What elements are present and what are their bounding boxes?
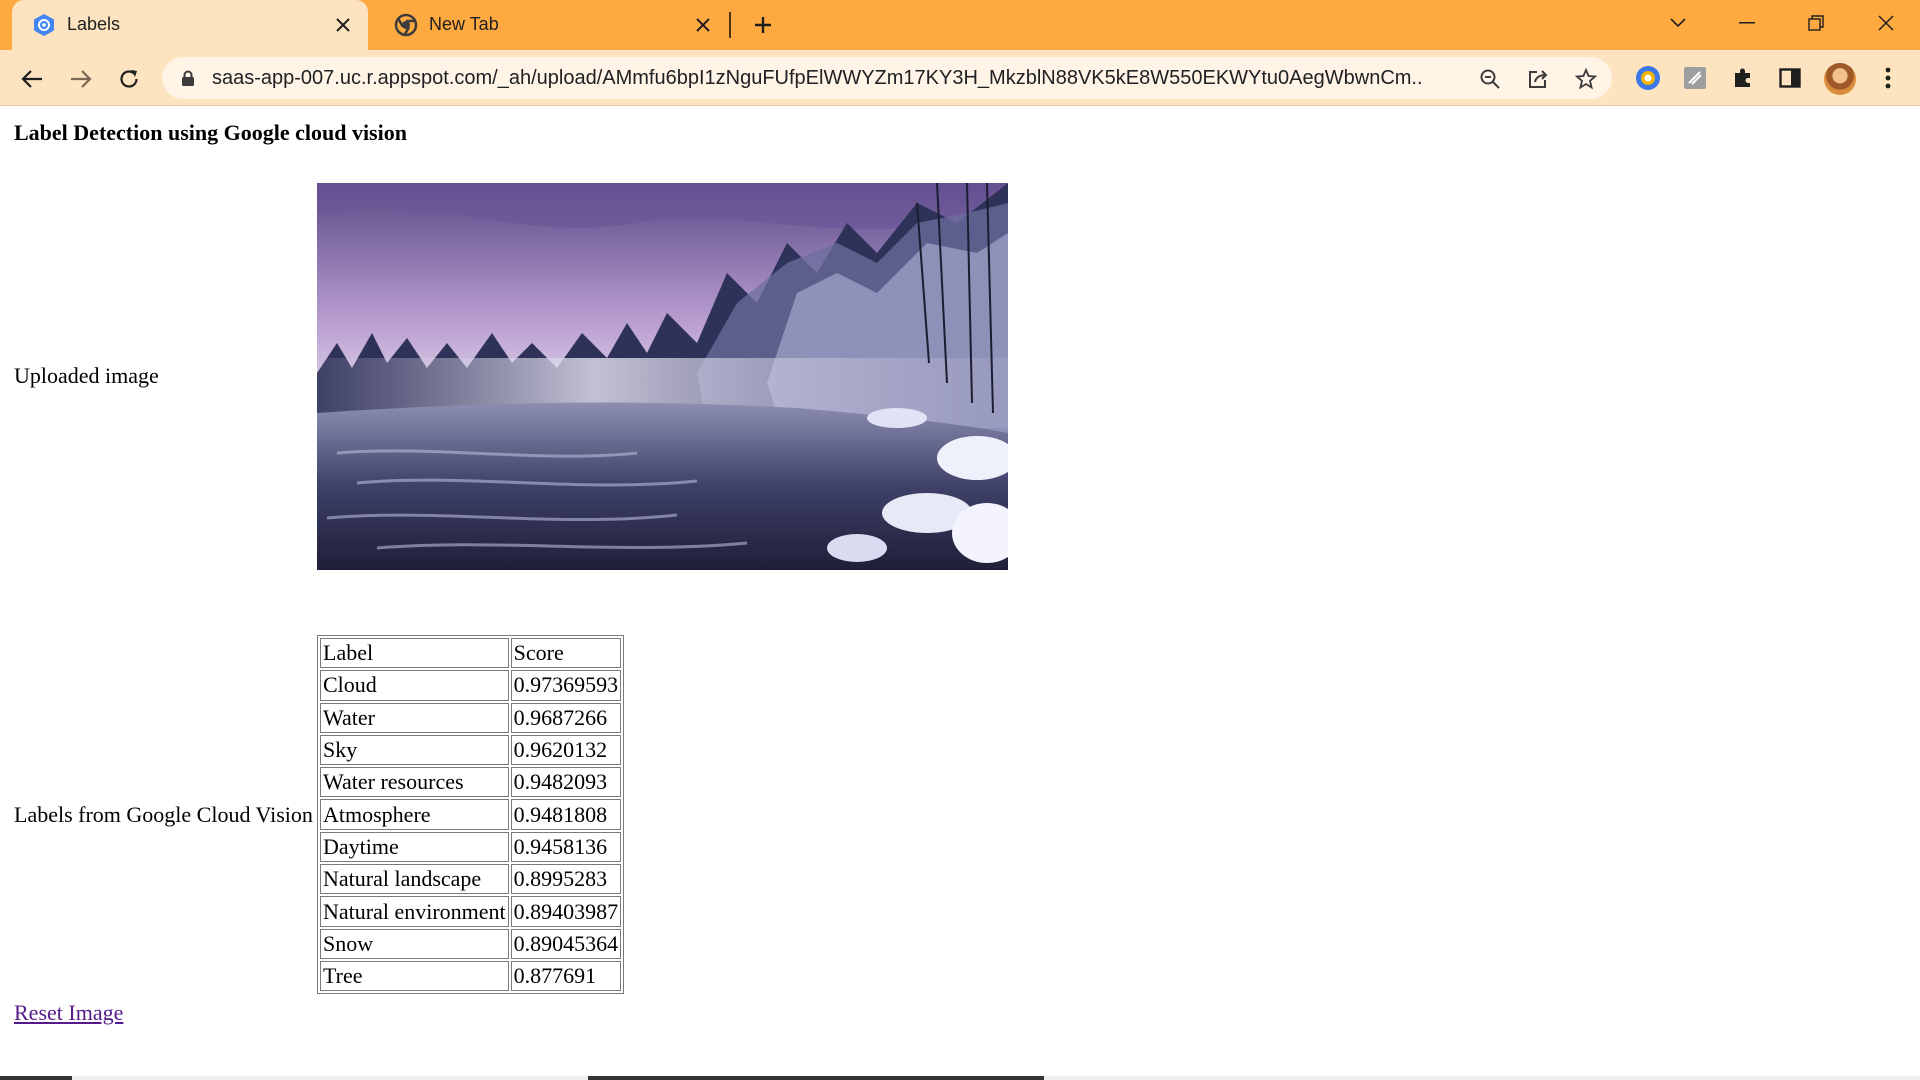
label-cell: Water resources xyxy=(320,767,509,798)
score-cell: 0.9481808 xyxy=(510,799,622,830)
menu-kebab-icon[interactable] xyxy=(1872,62,1904,94)
reload-icon xyxy=(120,70,138,88)
score-cell: 0.9482093 xyxy=(510,767,622,798)
table-row: Snow 0.89045364 xyxy=(320,928,622,959)
browser-tab-strip: Labels New Tab xyxy=(0,0,1920,50)
bottom-scroll-indicator xyxy=(0,1076,1920,1080)
cloud-vision-favicon-icon xyxy=(32,13,56,37)
label-cell: Cloud xyxy=(320,670,509,701)
tab-title: Labels xyxy=(67,14,121,34)
page-content: Label Detection using Google cloud visio… xyxy=(0,107,1920,1073)
reset-image-link[interactable]: Reset Image xyxy=(14,1000,123,1026)
table-row: Sky 0.9620132 xyxy=(320,734,622,766)
label-cell: Natural environment xyxy=(320,896,509,927)
score-cell: 0.89403987 xyxy=(510,896,622,927)
labels-section-label: Labels from Google Cloud Vision xyxy=(14,802,313,827)
score-cell: 0.97369593 xyxy=(510,670,622,701)
close-tab-icon[interactable] xyxy=(328,10,358,40)
label-cell: Sky xyxy=(320,734,509,766)
table-row: Water 0.9687266 xyxy=(320,702,622,733)
table-row: Water resources 0.9482093 xyxy=(320,767,622,798)
minimize-button[interactable] xyxy=(1727,6,1767,40)
plus-icon xyxy=(755,17,771,33)
label-cell: Snow xyxy=(320,928,509,959)
tab-new-tab[interactable]: New Tab xyxy=(374,0,728,50)
uploaded-image xyxy=(317,183,1008,570)
forward-arrow-icon xyxy=(71,70,92,88)
share-icon[interactable] xyxy=(1524,65,1552,93)
side-panel-icon[interactable] xyxy=(1774,62,1806,94)
zoom-icon[interactable] xyxy=(1476,65,1504,93)
extension-circle-icon[interactable] xyxy=(1632,62,1664,94)
extension-note-icon[interactable] xyxy=(1679,62,1711,94)
back-button[interactable] xyxy=(16,63,48,95)
labels-score-table: Label Score Cloud 0.97369593 Water 0.968… xyxy=(317,635,625,995)
label-cell: Daytime xyxy=(320,831,509,863)
table-header-row: Label Score xyxy=(320,638,622,669)
close-icon xyxy=(1878,15,1894,31)
close-tab-icon[interactable] xyxy=(688,10,718,40)
back-arrow-icon xyxy=(21,70,42,88)
minimize-icon xyxy=(1739,22,1755,24)
table-row: Natural environment 0.89403987 xyxy=(320,896,622,927)
reload-button[interactable] xyxy=(113,63,145,95)
restore-icon xyxy=(1808,15,1824,31)
score-cell: 0.9458136 xyxy=(510,831,622,863)
profile-avatar[interactable] xyxy=(1824,63,1856,95)
table-row: Natural landscape 0.8995283 xyxy=(320,864,622,895)
browser-toolbar: saas-app-007.uc.r.appspot.com/_ah/upload… xyxy=(0,50,1920,106)
new-tab-button[interactable] xyxy=(748,10,778,40)
restore-button[interactable] xyxy=(1796,6,1836,40)
table-row: Daytime 0.9458136 xyxy=(320,831,622,863)
label-cell: Natural landscape xyxy=(320,864,509,895)
label-cell: Water xyxy=(320,702,509,733)
tab-title: New Tab xyxy=(429,14,499,34)
page-title: Label Detection using Google cloud visio… xyxy=(14,120,407,145)
chevron-down-icon xyxy=(1670,18,1686,28)
tab-labels[interactable]: Labels xyxy=(12,0,368,50)
address-bar[interactable]: saas-app-007.uc.r.appspot.com/_ah/upload… xyxy=(162,57,1612,99)
table-row: Atmosphere 0.9481808 xyxy=(320,799,622,830)
extensions-puzzle-icon[interactable] xyxy=(1727,62,1759,94)
score-cell: 0.877691 xyxy=(510,960,622,992)
score-cell: 0.89045364 xyxy=(510,928,622,959)
lock-icon[interactable] xyxy=(180,70,196,86)
label-cell: Atmosphere xyxy=(320,799,509,830)
table-row: Cloud 0.97369593 xyxy=(320,670,622,701)
label-cell: Tree xyxy=(320,960,509,992)
chrome-icon xyxy=(394,13,418,37)
tab-separator xyxy=(729,12,731,38)
uploaded-image-label: Uploaded image xyxy=(14,363,159,388)
table-row: Tree 0.877691 xyxy=(320,960,622,992)
bookmark-star-icon[interactable] xyxy=(1572,65,1600,93)
tab-search-button[interactable] xyxy=(1663,8,1693,38)
close-window-button[interactable] xyxy=(1866,6,1906,40)
score-cell: 0.9687266 xyxy=(510,702,622,733)
forward-button[interactable] xyxy=(65,63,97,95)
table-body: Label Score Cloud 0.97369593 Water 0.968… xyxy=(320,638,622,992)
score-cell: 0.9620132 xyxy=(510,734,622,766)
score-cell: 0.8995283 xyxy=(510,864,622,895)
url-text[interactable]: saas-app-007.uc.r.appspot.com/_ah/upload… xyxy=(212,67,1422,90)
header-score: Score xyxy=(510,638,622,669)
header-label: Label xyxy=(320,638,509,669)
